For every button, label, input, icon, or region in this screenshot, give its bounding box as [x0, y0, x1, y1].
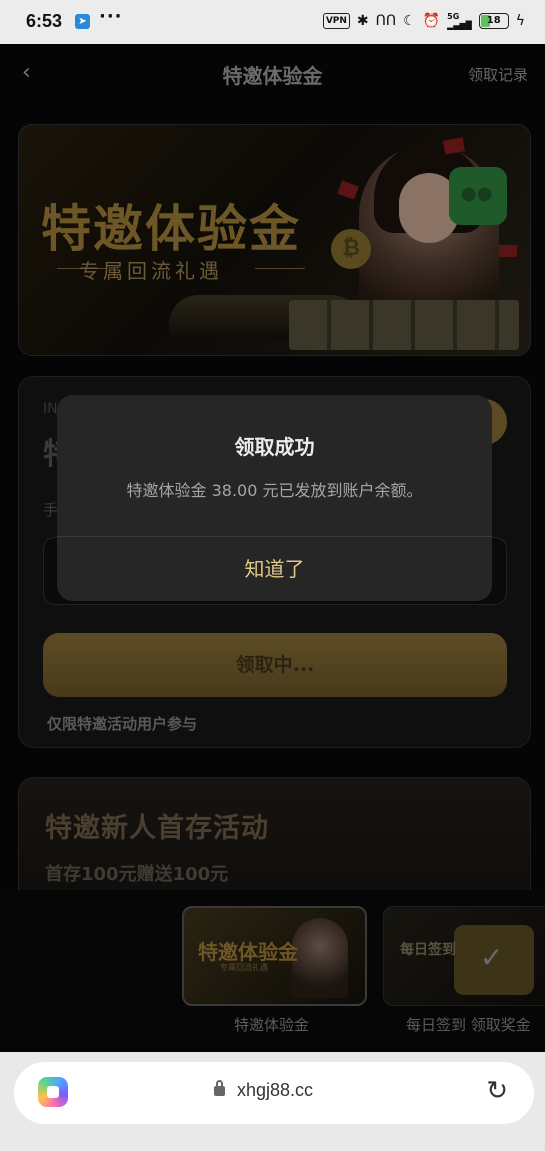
- telegram-icon: ➤: [75, 14, 90, 29]
- success-dialog: 领取成功 特邀体验金 38.00 元已发放到账户余额。 知道了: [57, 395, 492, 601]
- vpn-badge: VPN: [322, 13, 350, 29]
- status-icons: VPN ✱ ᑎᑎ ☾ ⏰ 5G ▂▄▆█ 18 ϟ: [322, 12, 525, 30]
- reload-icon[interactable]: ↻: [486, 1076, 508, 1106]
- address-bar[interactable]: xhgj88.cc ↻: [14, 1062, 534, 1124]
- dialog-confirm-button[interactable]: 知道了: [57, 537, 492, 601]
- do-not-disturb-icon: ☾: [403, 13, 416, 29]
- status-bar: 6:53 ➤ ··· VPN ✱ ᑎᑎ ☾ ⏰ 5G ▂▄▆█ 18 ϟ: [0, 0, 545, 44]
- bluetooth-icon: ✱: [356, 13, 369, 29]
- network-signal-icon: 5G ▂▄▆█: [447, 12, 472, 30]
- dialog-message: 特邀体验金 38.00 元已发放到账户余额。: [126, 481, 423, 500]
- browser-bottom-bar: xhgj88.cc ↻: [0, 1052, 545, 1151]
- charging-icon: ϟ: [515, 13, 525, 29]
- earbuds-icon: ᑎᑎ: [375, 13, 397, 29]
- lock-icon: [214, 1080, 225, 1096]
- dialog-title: 领取成功: [234, 435, 315, 459]
- battery-level: 18: [486, 15, 501, 26]
- more-notifications-icon: ···: [99, 6, 123, 27]
- copilot-icon[interactable]: [38, 1077, 68, 1107]
- status-time: 6:53: [26, 11, 63, 31]
- battery-icon: 18: [478, 13, 509, 29]
- network-type: 5G: [447, 12, 460, 21]
- alarm-off-icon: ⏰: [422, 13, 441, 29]
- url-text[interactable]: xhgj88.cc: [237, 1080, 313, 1101]
